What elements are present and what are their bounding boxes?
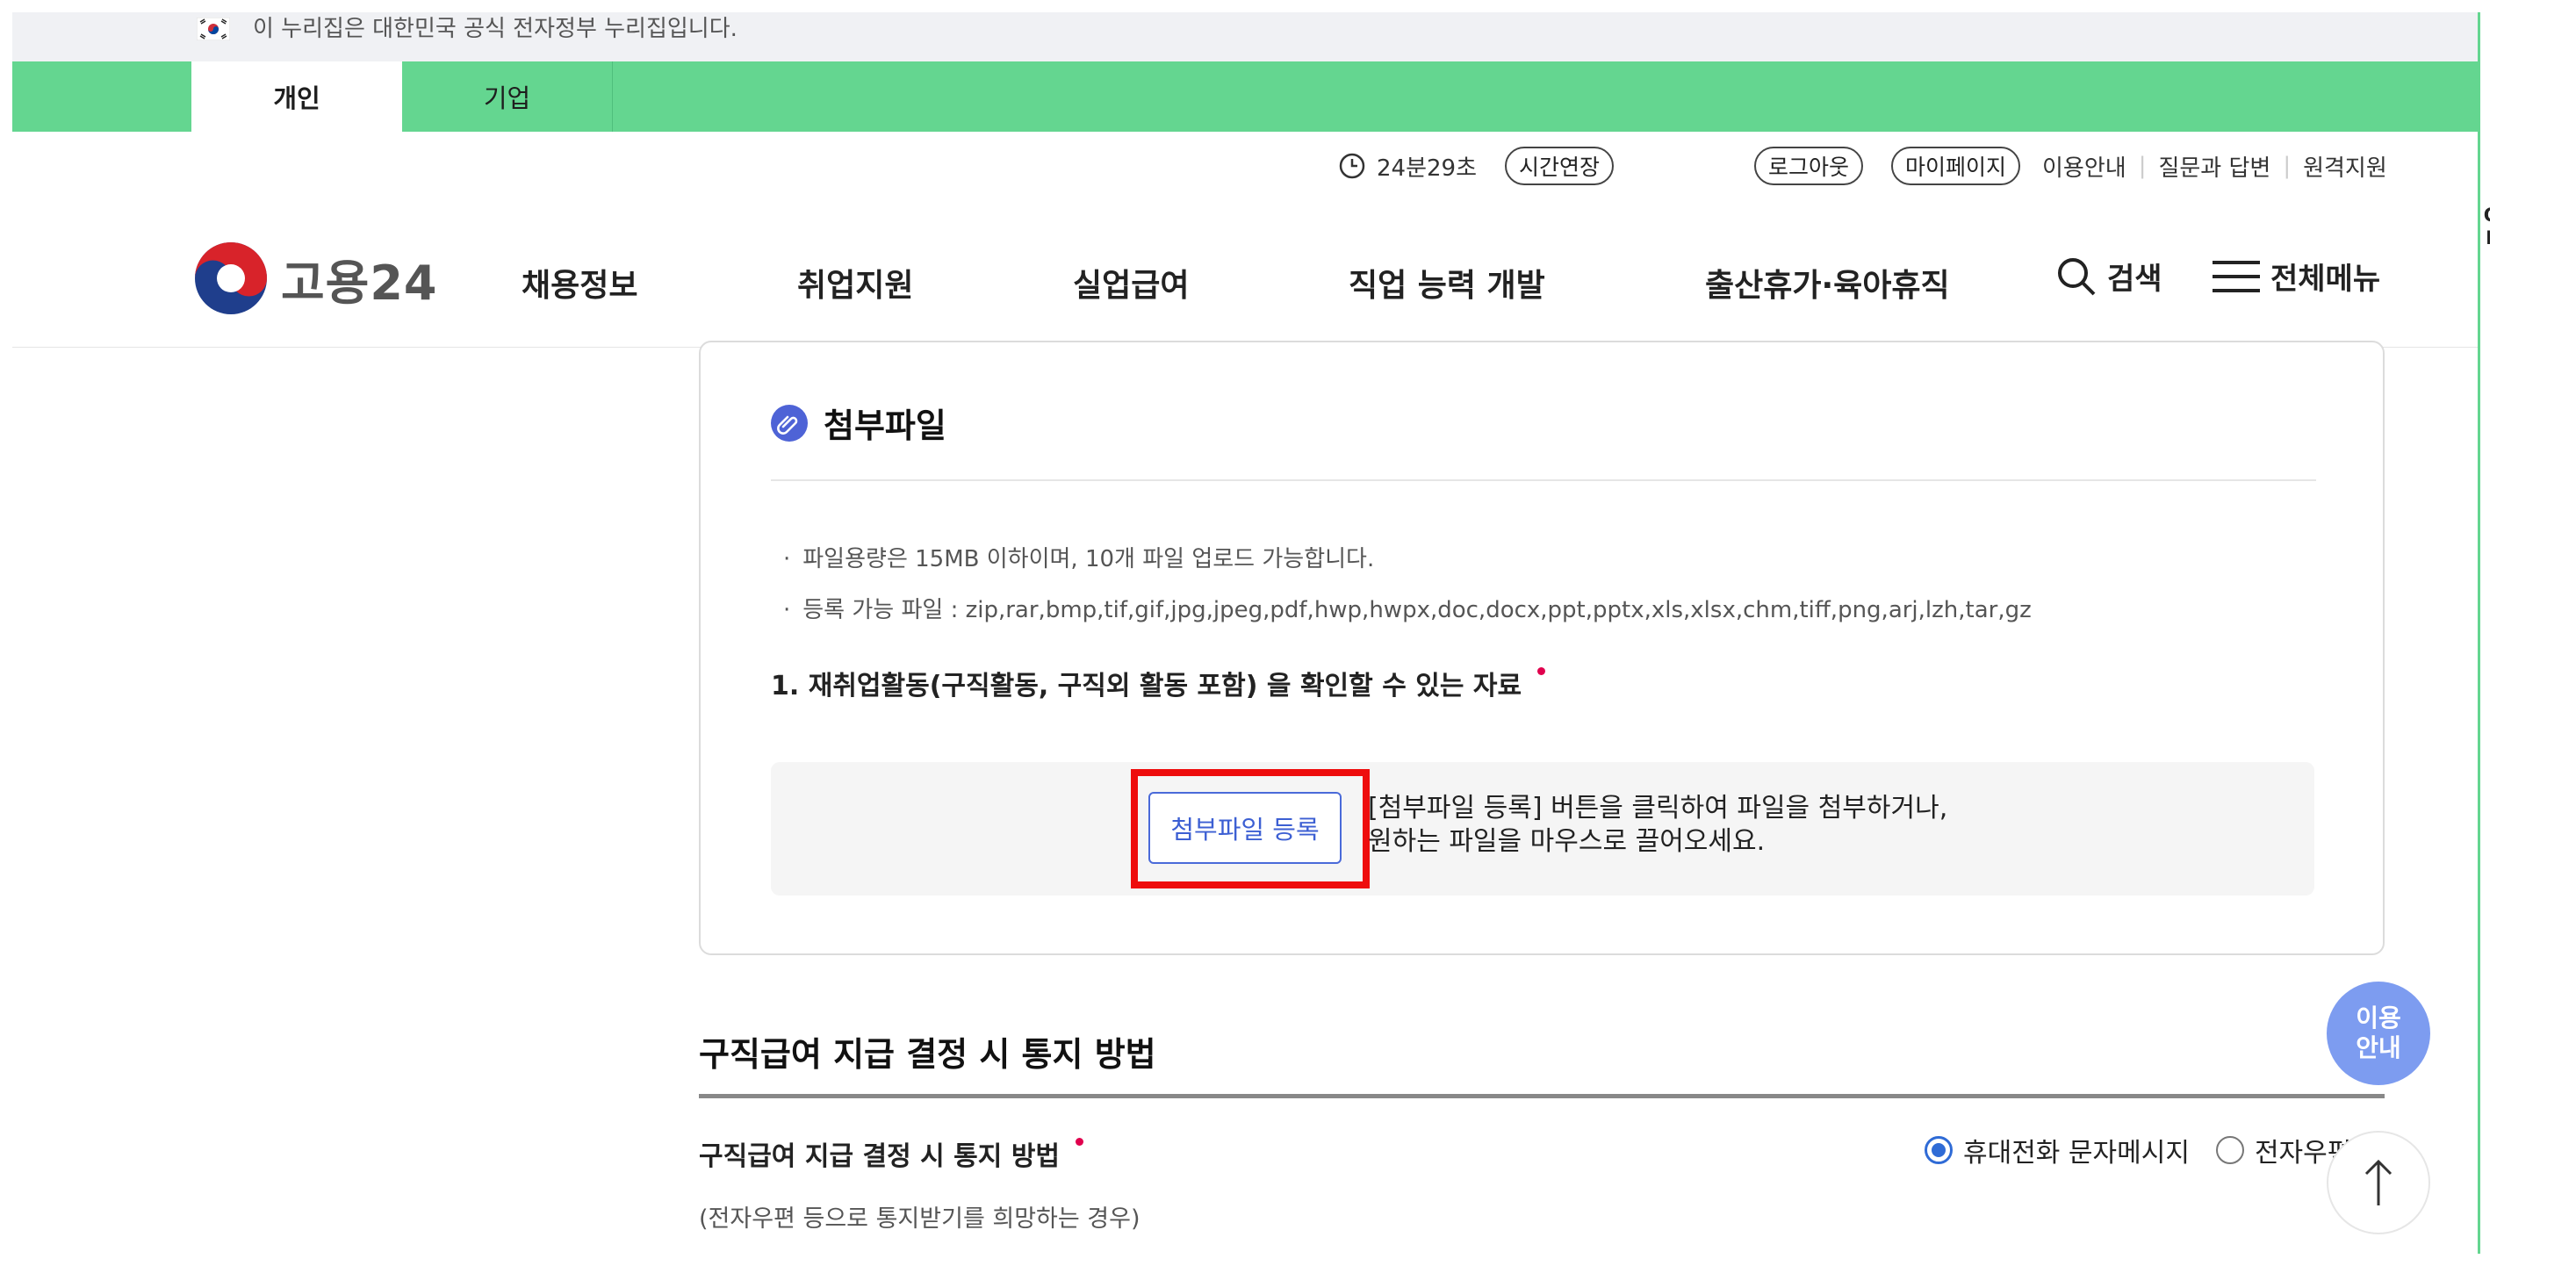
clock-icon — [1338, 152, 1366, 180]
usage-guide-fab[interactable]: 이용 안내 — [2327, 982, 2430, 1085]
sms-radio[interactable] — [1925, 1136, 1953, 1164]
panel-divider — [771, 479, 2316, 481]
dropzone-line-1: [첨부파일 등록] 버튼을 클릭하여 파일을 첨부하거나, — [1368, 793, 1948, 824]
required-dot — [1537, 667, 1546, 675]
tab-business[interactable]: 기업 — [402, 61, 613, 132]
nav-unemployment-benefits[interactable]: 실업급여 — [1073, 260, 1189, 306]
logo-emblem-icon — [195, 242, 267, 314]
notice-file-size: · 파일용량은 15MB 이하이며, 10개 파일 업로드 가능합니다. — [783, 541, 1374, 573]
search-label: 검색 — [2107, 262, 2162, 297]
nav-maternity-parental-leave[interactable]: 출산휴가·육아휴직 — [1705, 260, 1950, 306]
notice-file-types-text: 등록 가능 파일 : zip,rar,bmp,tif,gif,jpg,jpeg,… — [802, 597, 2032, 623]
paperclip-icon — [771, 404, 808, 442]
util-divider: | — [2283, 153, 2292, 179]
dropzone-instructions: [첨부파일 등록] 버튼을 클릭하여 파일을 첨부하거나, 원하는 파일을 마우… — [1368, 792, 1947, 859]
logo-text: 고용24 — [281, 255, 438, 311]
main-header: 고용24 채용정보 취업지원 실업급여 직업 능력 개발 출산휴가·육아휴직 검… — [12, 205, 2490, 348]
email-radio[interactable] — [2215, 1136, 2244, 1164]
required-document-label: 1. 재취업활동(구직활동, 구직외 활동 포함) 을 확인할 수 있는 자료 — [771, 664, 1546, 702]
usage-guide-link[interactable]: 이용안내 — [2042, 150, 2126, 183]
korea-flag-icon — [197, 16, 230, 42]
usage-fab-line-1: 이용 — [2356, 1003, 2401, 1032]
bullet: · — [783, 597, 791, 623]
quick-menu: QUICK MENU — [2478, 12, 2490, 1254]
usage-fab-line-2: 안내 — [2356, 1033, 2401, 1062]
logout-button[interactable]: 로그아웃 — [1754, 147, 1864, 185]
qna-link[interactable]: 질문과 답변 — [2158, 150, 2270, 183]
hamburger-icon — [2213, 259, 2260, 294]
remote-support-link[interactable]: 원격지원 — [2303, 150, 2387, 183]
mypage-button[interactable]: 마이페이지 — [1891, 147, 2021, 185]
notify-field-label: 구직급여 지급 결정 시 통지 방법 — [699, 1134, 1084, 1173]
quick-menu-title-line-1: QUICK — [2480, 204, 2490, 227]
nav-employment-support[interactable]: 취업지원 — [797, 260, 913, 306]
highlight-box — [1131, 769, 1370, 888]
tab-personal[interactable]: 개인 — [191, 61, 402, 132]
notice-file-size-text: 파일용량은 15MB 이하이며, 10개 파일 업로드 가능합니다. — [802, 546, 1375, 572]
session-timer: 24분29초 — [1338, 144, 1477, 188]
sms-radio-label[interactable]: 휴대전화 문자메시지 — [1963, 1131, 2190, 1169]
notify-field-label-text: 구직급여 지급 결정 시 통지 방법 — [699, 1141, 1061, 1172]
file-dropzone[interactable]: 첨부파일 등록 [첨부파일 등록] 버튼을 클릭하여 파일을 첨부하거나, 원하… — [771, 762, 2314, 896]
nav-jobs[interactable]: 채용정보 — [522, 260, 637, 306]
search-icon — [2056, 256, 2097, 297]
notify-section-title: 구직급여 지급 결정 시 통지 방법 — [699, 1035, 1156, 1074]
quick-menu-title-line-2: MENU — [2480, 227, 2490, 249]
extend-time-button[interactable]: 시간연장 — [1505, 147, 1615, 185]
attachment-title: 첨부파일 — [771, 399, 946, 447]
all-menu-label: 전체메뉴 — [2270, 262, 2381, 297]
attachment-title-text: 첨부파일 — [824, 406, 946, 445]
bullet: · — [783, 546, 791, 572]
gov-banner-text: 이 누리집은 대한민국 공식 전자정부 누리집입니다. — [253, 16, 738, 42]
timer-text: 24분29초 — [1377, 155, 1478, 182]
nav-vocational-training[interactable]: 직업 능력 개발 — [1349, 260, 1545, 306]
section-divider — [699, 1094, 2385, 1098]
all-menu-button[interactable]: 전체메뉴 — [2213, 255, 2380, 298]
quick-menu-title: QUICK MENU — [2480, 204, 2490, 249]
util-links: 이용안내 | 질문과 답변 | 원격지원 — [2042, 144, 2387, 188]
notify-help-text: (전자우편 등으로 통지받기를 희망하는 경우) — [699, 1205, 1140, 1233]
dropzone-line-2: 원하는 파일을 마우스로 끌어오세요. — [1368, 826, 1766, 857]
scroll-top-button[interactable] — [2327, 1131, 2430, 1234]
logo[interactable]: 고용24 — [193, 241, 438, 316]
required-document-text: 1. 재취업활동(구직활동, 구직외 활동 포함) 을 확인할 수 있는 자료 — [771, 671, 1522, 701]
required-dot — [1076, 1138, 1084, 1146]
util-divider: | — [2138, 153, 2147, 179]
notify-method-radio-group: 휴대전화 문자메시지 전자우편 — [1925, 1131, 2351, 1169]
attachment-panel: 첨부파일 · 파일용량은 15MB 이하이며, 10개 파일 업로드 가능합니다.… — [699, 341, 2385, 955]
gov-banner: 이 누리집은 대한민국 공식 전자정부 누리집입니다. — [12, 12, 2490, 61]
arrow-up-icon — [2361, 1156, 2396, 1209]
notice-file-types: · 등록 가능 파일 : zip,rar,bmp,tif,gif,jpg,jpeg… — [783, 592, 2032, 624]
browser-viewport: 이 누리집은 대한민국 공식 전자정부 누리집입니다. 개인 기업 24분29초… — [12, 12, 2490, 1254]
audience-tabs: 개인 기업 — [12, 61, 2490, 132]
search-button[interactable]: 검색 — [2056, 255, 2162, 298]
